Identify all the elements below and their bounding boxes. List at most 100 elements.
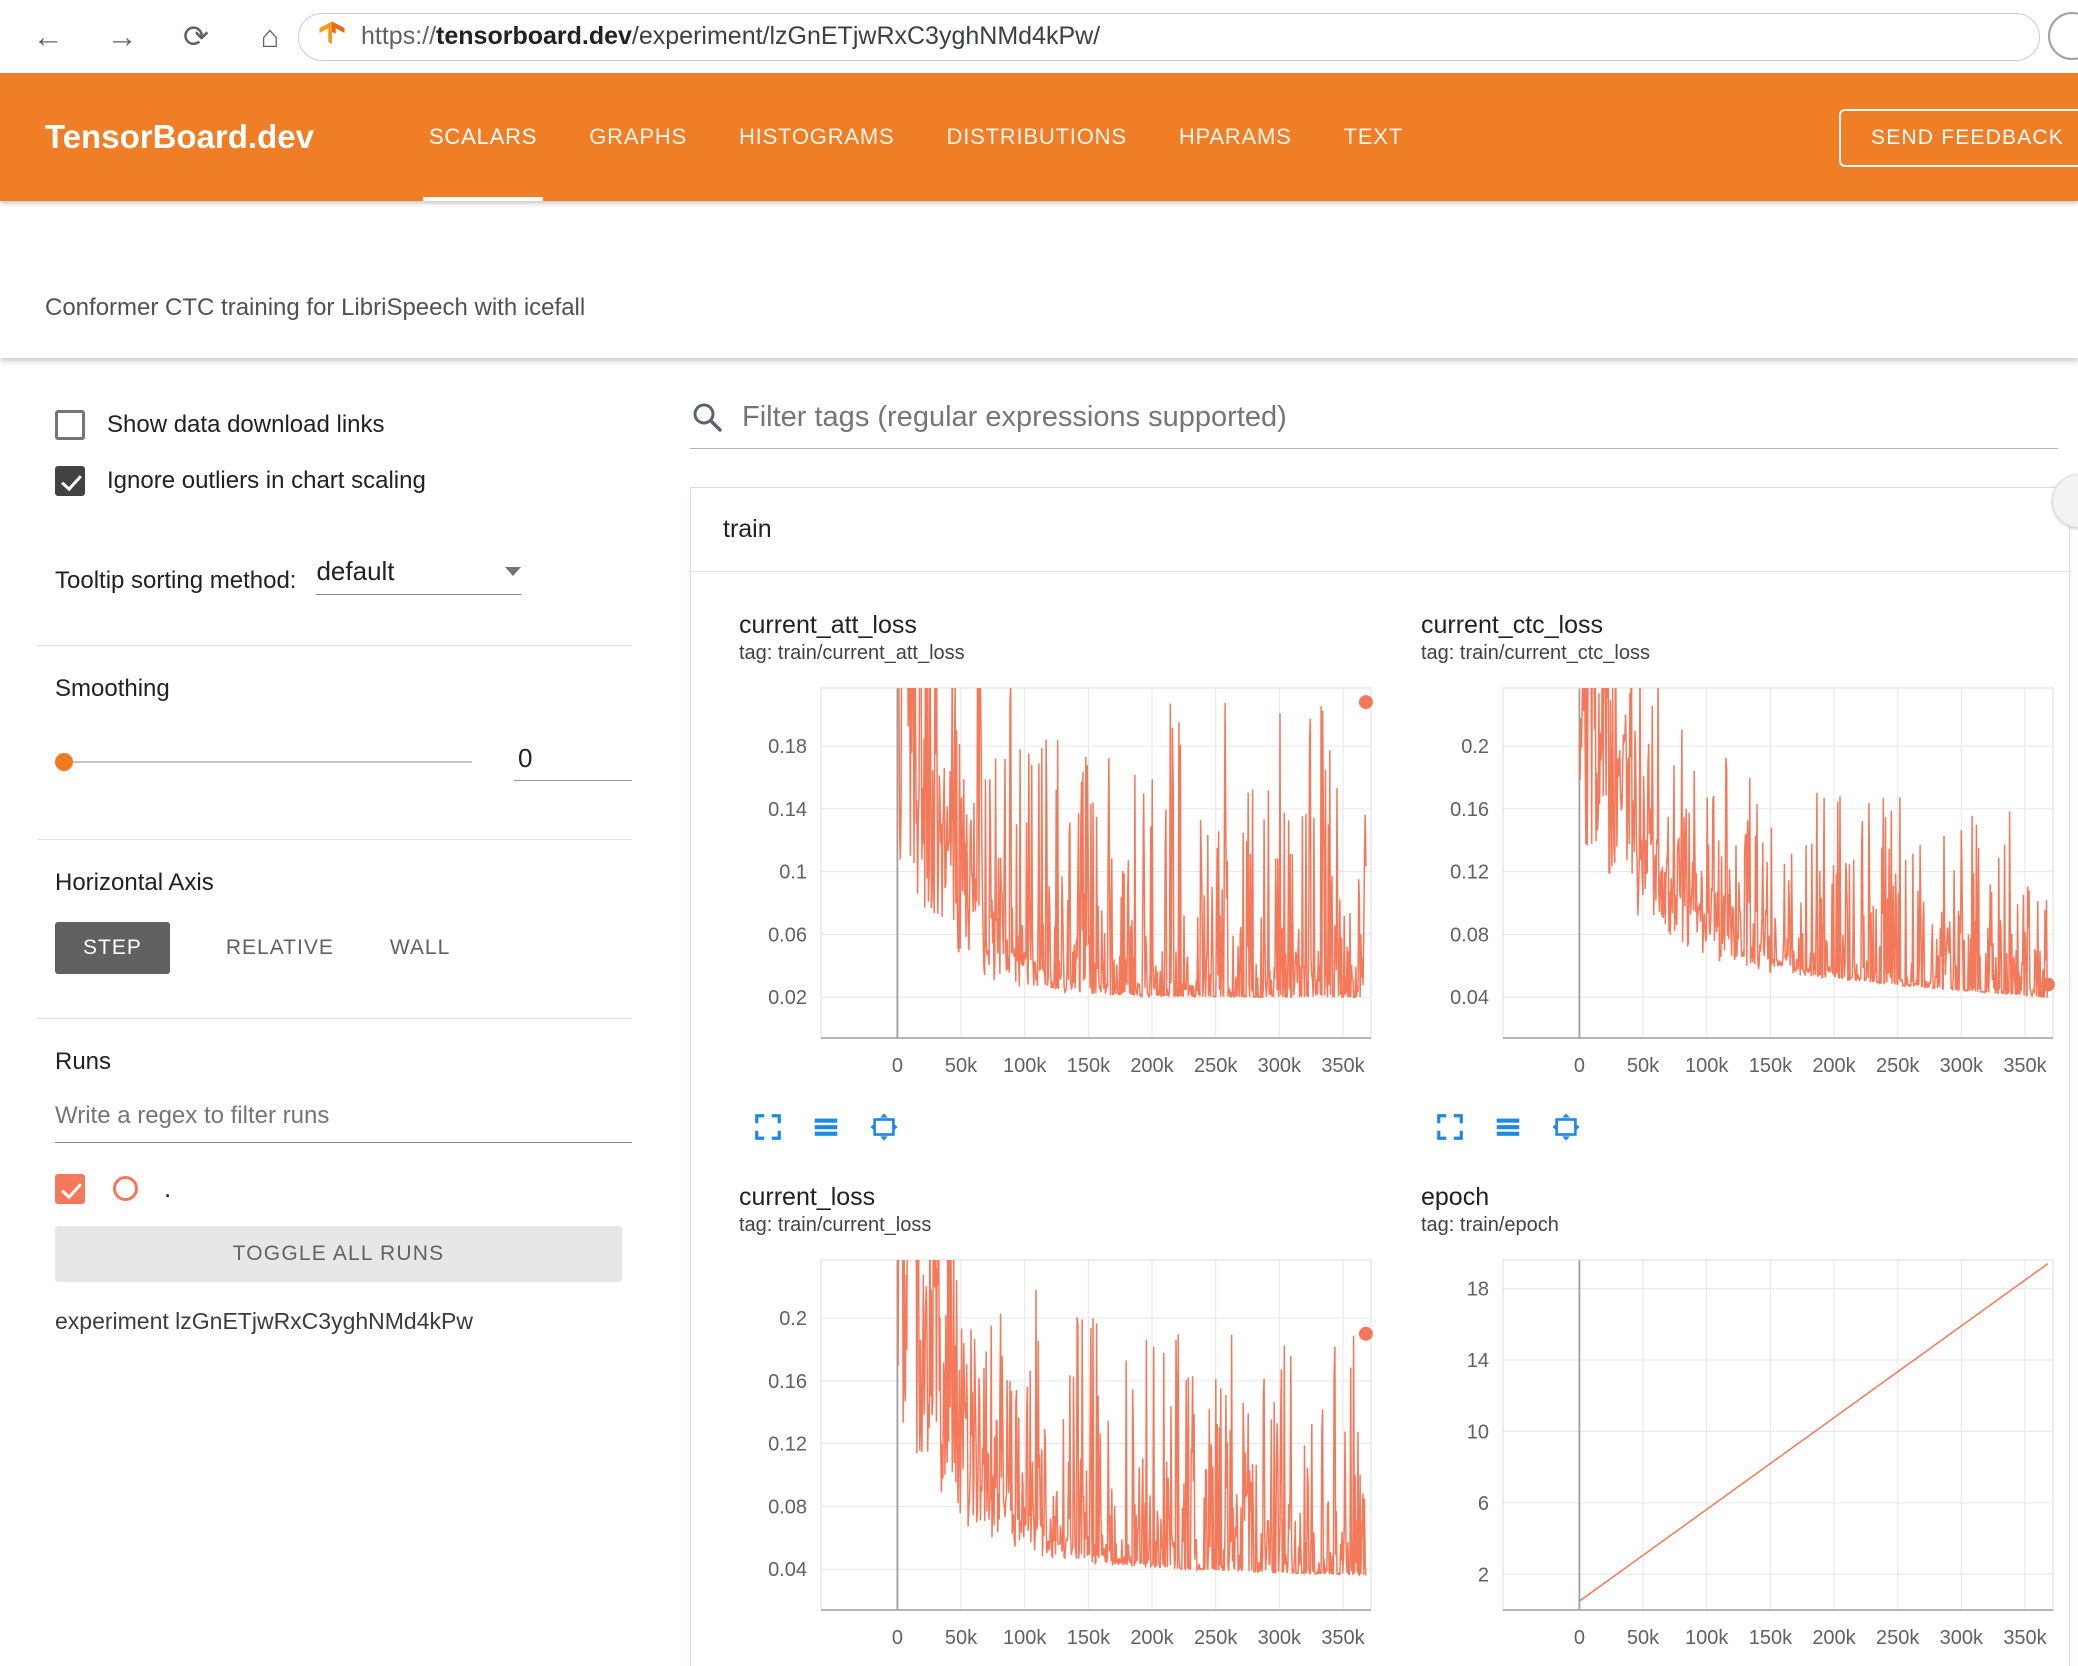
svg-text:0.2: 0.2 xyxy=(779,1308,807,1330)
reload-icon[interactable]: ⟳ xyxy=(178,19,214,55)
tooltip-sorting-select[interactable]: default xyxy=(316,556,522,595)
ignore-outliers-checkbox[interactable] xyxy=(55,466,85,496)
tab-distributions[interactable]: DISTRIBUTIONS xyxy=(947,73,1127,201)
svg-text:350k: 350k xyxy=(1321,1627,1365,1649)
svg-text:0.16: 0.16 xyxy=(1450,799,1489,821)
data-table-icon[interactable] xyxy=(811,1100,841,1142)
smoothing-slider-track[interactable] xyxy=(73,761,472,763)
content: Show data download links Ignore outliers… xyxy=(0,358,2078,1666)
smoothing-slider-handle[interactable] xyxy=(55,753,73,771)
tab-histograms[interactable]: HISTOGRAMS xyxy=(739,73,895,201)
axis-step-button[interactable]: STEP xyxy=(55,922,170,974)
run-checkbox[interactable] xyxy=(55,1173,85,1204)
chart-title-current_att_loss: current_att_loss xyxy=(739,611,917,639)
back-icon[interactable]: ← xyxy=(30,19,66,55)
chart-card-current_ctc_loss: current_ctc_loss tag: train/current_ctc_l… xyxy=(1403,610,2063,1182)
chart-plot-epoch[interactable]: 2 6 10 14 18 0 50k 100k 150k 200k 250k 300k 350k xyxy=(1403,1250,2063,1660)
svg-text:0.08: 0.08 xyxy=(1450,924,1489,946)
run-name: . xyxy=(164,1173,172,1203)
url-path: /experiment/lzGnETjwRxC3yghNMd4kPw/ xyxy=(631,22,1101,50)
axis-relative-button[interactable]: RELATIVE xyxy=(226,936,334,960)
tooltip-sorting-row: Tooltip sorting method: default xyxy=(55,556,632,595)
svg-text:250k: 250k xyxy=(1876,1055,1920,1077)
tag-filter-input[interactable] xyxy=(742,400,2058,434)
smoothing-label: Smoothing xyxy=(55,675,170,702)
svg-text:200k: 200k xyxy=(1130,1627,1174,1649)
svg-text:0: 0 xyxy=(892,1627,903,1649)
show-download-label: Show data download links xyxy=(107,411,385,438)
svg-text:250k: 250k xyxy=(1194,1055,1238,1077)
runs-label: Runs xyxy=(55,1048,112,1075)
send-feedback-button[interactable]: SEND FEEDBACK xyxy=(1839,109,2078,167)
fit-domain-icon[interactable] xyxy=(869,1100,899,1142)
chart-title-current_ctc_loss: current_ctc_loss xyxy=(1421,611,1604,639)
chart-toolbar-current_att_loss xyxy=(753,1100,1381,1142)
chart-tag-epoch: tag: train/epoch xyxy=(1421,1214,1559,1236)
chart-plot-current_ctc_loss[interactable]: 0.04 0.08 0.12 0.16 0.2 0 50k 100k 150k 200k 250k 3… xyxy=(1403,678,2063,1088)
svg-text:0: 0 xyxy=(1574,1627,1585,1649)
svg-text:0: 0 xyxy=(892,1055,903,1077)
tab-graphs[interactable]: GRAPHS xyxy=(589,73,687,201)
forward-icon[interactable]: → xyxy=(104,19,140,55)
chart-tag-current_loss: tag: train/current_loss xyxy=(739,1214,932,1236)
svg-text:150k: 150k xyxy=(1067,1055,1111,1077)
tab-text[interactable]: TEXT xyxy=(1344,73,1403,201)
svg-text:6: 6 xyxy=(1478,1493,1489,1515)
tab-scalars[interactable]: SCALARS xyxy=(422,73,544,201)
train-section-header[interactable]: train xyxy=(691,488,2069,572)
svg-text:2: 2 xyxy=(1478,1564,1489,1586)
address-bar[interactable]: https://tensorboard.dev/experiment/lzGnE… xyxy=(298,12,2040,61)
svg-text:200k: 200k xyxy=(1812,1055,1856,1077)
svg-text:250k: 250k xyxy=(1194,1627,1238,1649)
tooltip-sorting-value: default xyxy=(316,556,395,586)
search-icon xyxy=(690,400,724,434)
svg-text:0.06: 0.06 xyxy=(768,924,807,946)
data-table-icon[interactable] xyxy=(1493,1100,1523,1142)
divider xyxy=(37,645,632,646)
svg-text:100k: 100k xyxy=(1003,1627,1047,1649)
divider xyxy=(37,1018,632,1019)
browser-avatar-partial[interactable] xyxy=(2048,12,2078,60)
svg-text:350k: 350k xyxy=(2003,1627,2047,1649)
show-download-row: Show data download links xyxy=(55,410,632,440)
divider xyxy=(37,839,632,840)
svg-text:100k: 100k xyxy=(1685,1627,1729,1649)
runs-filter-input[interactable] xyxy=(55,1096,632,1143)
svg-text:100k: 100k xyxy=(1685,1055,1729,1077)
tab-hparams[interactable]: HPARAMS xyxy=(1179,73,1292,201)
svg-text:250k: 250k xyxy=(1876,1627,1920,1649)
chart-plot-current_att_loss[interactable]: 0.02 0.06 0.1 0.14 0.18 0 50k 100k 150k 200k 250k 3… xyxy=(721,678,1381,1088)
url-domain: tensorboard.dev xyxy=(436,22,632,50)
show-download-checkbox[interactable] xyxy=(55,410,85,440)
fit-domain-icon[interactable] xyxy=(1551,1100,1581,1142)
fullscreen-icon[interactable] xyxy=(1435,1100,1465,1142)
tooltip-sorting-label: Tooltip sorting method: xyxy=(55,567,297,594)
run-row: . xyxy=(55,1173,632,1204)
svg-text:0.1: 0.1 xyxy=(779,862,807,884)
svg-text:0.16: 0.16 xyxy=(768,1371,807,1393)
svg-text:0.12: 0.12 xyxy=(768,1434,807,1456)
svg-text:150k: 150k xyxy=(1067,1627,1111,1649)
tag-filter-row xyxy=(690,400,2058,449)
svg-text:200k: 200k xyxy=(1812,1627,1856,1649)
svg-text:0.04: 0.04 xyxy=(768,1559,807,1581)
axis-wall-button[interactable]: WALL xyxy=(390,936,450,960)
chart-plot-current_loss[interactable]: 0.04 0.08 0.12 0.16 0.2 0 50k 100k 150k 200k 250k 3… xyxy=(721,1250,1381,1660)
smoothing-slider-row xyxy=(55,743,632,781)
svg-text:350k: 350k xyxy=(1321,1055,1365,1077)
smoothing-value-input[interactable] xyxy=(514,743,632,781)
home-icon[interactable]: ⌂ xyxy=(252,19,288,55)
svg-text:0.02: 0.02 xyxy=(768,987,807,1009)
chart-title-epoch: epoch xyxy=(1421,1183,1490,1211)
browser-nav: ← → ⟳ ⌂ xyxy=(0,19,288,55)
svg-text:300k: 300k xyxy=(1258,1055,1302,1077)
app-logo[interactable]: TensorBoard.dev xyxy=(45,118,314,156)
svg-text:50k: 50k xyxy=(945,1627,978,1649)
toggle-all-runs-button[interactable]: TOGGLE ALL RUNS xyxy=(55,1226,622,1282)
fullscreen-icon[interactable] xyxy=(753,1100,783,1142)
ignore-outliers-label: Ignore outliers in chart scaling xyxy=(107,467,426,494)
svg-text:0.2: 0.2 xyxy=(1461,736,1489,758)
browser-chrome: ← → ⟳ ⌂ https://tensorboard.dev/experime… xyxy=(0,0,2078,73)
experiment-title: Conformer CTC training for LibriSpeech w… xyxy=(45,294,586,321)
svg-text:200k: 200k xyxy=(1130,1055,1174,1077)
